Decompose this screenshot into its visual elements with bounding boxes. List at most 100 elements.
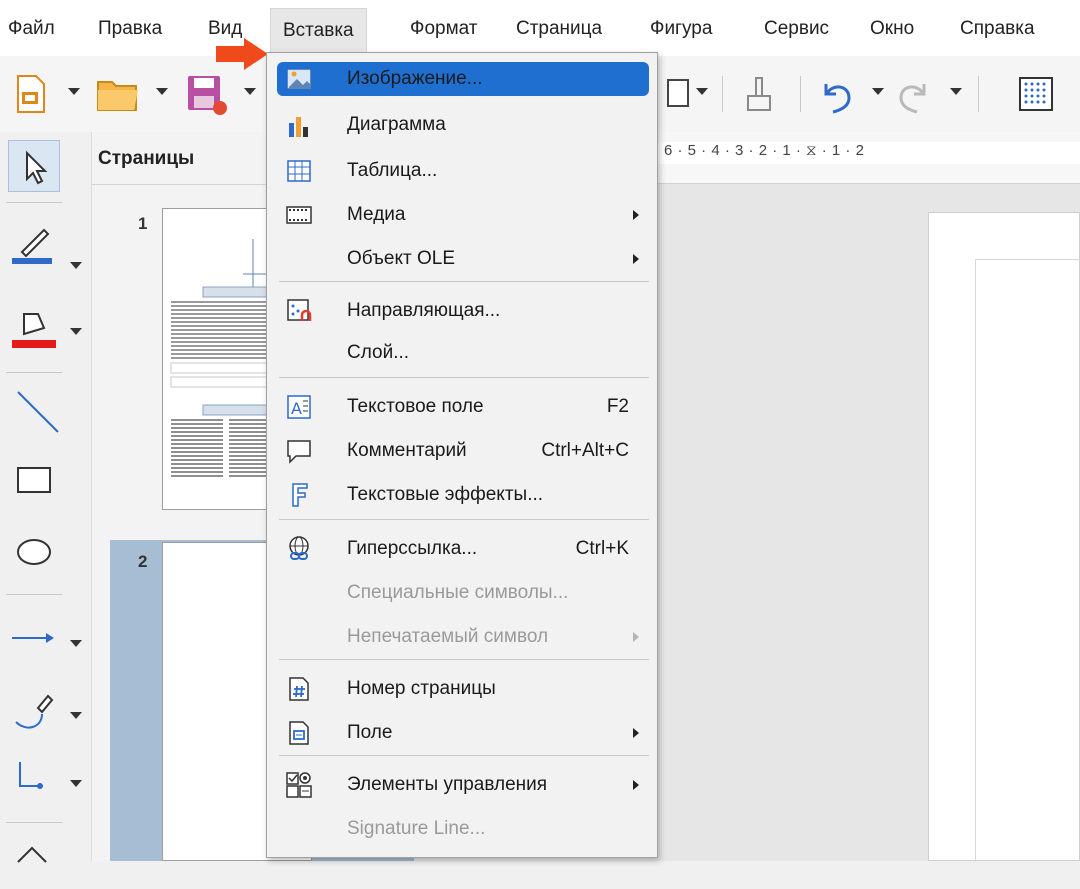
form-controls-icon [286,772,312,798]
menu-item-table[interactable]: Таблица... [267,151,659,191]
page-number-icon [289,677,309,701]
submenu-arrow-icon [633,254,639,264]
menu-item-field[interactable]: Поле [267,713,659,753]
undo-icon[interactable] [812,70,860,118]
menu-tools[interactable]: Сервис [764,10,829,48]
drawing-toolbar [0,132,92,863]
menu-item-label: Гиперссылка... [347,538,478,559]
menu-item-layer[interactable]: Слой... [267,333,659,373]
menu-item-label: Направляющая... [347,300,501,321]
menu-help[interactable]: Справка [960,10,1035,48]
menu-item-fontwork[interactable]: Текстовые эффекты... [267,475,659,515]
toolbar-separator [978,76,979,112]
pages-panel-title: Страницы [98,148,195,169]
menu-item-text-box[interactable]: A Текстовое поле F2 [267,387,659,427]
field-icon [289,721,309,745]
document-page[interactable] [928,212,1080,862]
menu-insert[interactable]: Вставка [270,8,367,52]
redo-dropdown-arrow[interactable] [950,88,962,95]
menu-item-chart[interactable]: Диаграмма [267,105,659,145]
hyperlink-icon [289,536,309,560]
submenu-arrow-icon [633,210,639,220]
menu-item-label: Таблица... [347,160,438,181]
menu-item-formatting-mark[interactable]: Непечатаемый символ [267,617,659,657]
curve-icon[interactable] [8,684,60,736]
fill-color-dropdown-arrow[interactable] [70,328,82,335]
ellipse-icon[interactable] [8,526,60,578]
fontwork-icon [292,483,308,507]
arrow-line-dropdown-arrow[interactable] [70,640,82,647]
submenu-arrow-icon [633,780,639,790]
menu-item-hyperlink[interactable]: Гиперссылка... Ctrl+K [267,529,659,569]
clone-formatting-icon[interactable] [736,70,784,118]
menu-item-shortcut: Ctrl+Alt+C [541,440,629,461]
comment-icon [287,440,311,464]
toolbar-separator [800,76,801,112]
menu-item-label: Специальные символы... [347,582,569,603]
menu-item-form-control[interactable]: Элементы управления [267,765,659,805]
page-number: 2 [138,552,148,571]
menu-item-label: Текстовое поле [347,396,484,417]
chart-icon [289,117,308,137]
rectangle-icon[interactable] [8,454,60,506]
connector-dropdown-arrow[interactable] [70,780,82,787]
menu-item-label: Диаграмма [347,114,446,135]
save-icon[interactable] [182,70,230,118]
guide-icon [287,299,312,321]
arrow-line-icon[interactable] [8,612,60,664]
ruler-ticks: 6 · 5 · 4 · 3 · 2 · 1 · ⧖ · 1 · 2 [664,142,865,159]
textbox-icon: A [287,395,311,419]
menu-file[interactable]: Файл [8,10,55,48]
menu-edit[interactable]: Правка [98,10,162,48]
menu-item-label: Поле [347,722,393,743]
menu-item-label: Текстовые эффекты... [347,484,544,505]
template-dropdown-arrow[interactable] [68,88,80,95]
menu-item-label: Элементы управления [347,774,548,795]
menu-item-label: Медиа [347,204,406,225]
menu-item-media[interactable]: Медиа [267,195,659,235]
menu-item-label: Номер страницы [347,678,496,699]
redo-icon[interactable] [890,70,938,118]
menu-item-comment[interactable]: Комментарий Ctrl+Alt+C [267,431,659,471]
toolbar-separator [722,76,723,112]
paste-dropdown-arrow[interactable] [696,88,708,95]
grid-icon[interactable] [1012,70,1060,118]
menu-item-signature-line[interactable]: Signature Line... [267,809,659,849]
connector-icon[interactable] [8,752,60,804]
menu-item-image[interactable]: Изображение... [267,59,659,99]
fill-color-icon[interactable] [8,300,60,352]
submenu-arrow-icon [633,728,639,738]
menu-item-label: Комментарий [347,440,467,461]
menubar: Файл Правка Вид Вставка Формат Страница … [0,0,1080,56]
menu-item-shortcut: Ctrl+K [575,538,629,559]
menu-item-label: Изображение... [347,68,483,89]
menu-item-ole-object[interactable]: Объект OLE [267,239,659,279]
menu-format[interactable]: Формат [410,10,478,48]
menu-item-label: Слой... [347,342,410,363]
image-icon [286,68,312,90]
curve-dropdown-arrow[interactable] [70,712,82,719]
menu-item-special-character[interactable]: Специальные символы... [267,573,659,613]
line-color-dropdown-arrow[interactable] [70,262,82,269]
menu-page[interactable]: Страница [516,10,602,48]
more-shapes-icon[interactable] [8,832,60,884]
menu-item-label: Объект OLE [347,248,455,269]
line-color-icon[interactable] [8,216,60,268]
menu-item-page-number[interactable]: Номер страницы [267,669,659,709]
submenu-arrow-icon [633,632,639,642]
select-pointer-icon[interactable] [8,140,60,192]
svg-text:A: A [291,399,302,418]
menu-item-snap-guide[interactable]: Направляющая... [267,291,659,331]
open-folder-icon[interactable] [94,70,142,118]
template-icon[interactable] [6,70,54,118]
open-dropdown-arrow[interactable] [156,88,168,95]
undo-dropdown-arrow[interactable] [872,88,884,95]
menu-shape[interactable]: Фигура [650,10,712,48]
save-dropdown-arrow[interactable] [244,88,256,95]
menu-window[interactable]: Окно [870,10,914,48]
page-number: 1 [138,214,148,233]
insert-menu: Изображение... Диаграмма Таблица... Меди… [266,52,658,858]
menu-item-label: Непечатаемый символ [347,626,549,647]
media-icon [286,206,312,224]
line-icon[interactable] [8,384,60,436]
